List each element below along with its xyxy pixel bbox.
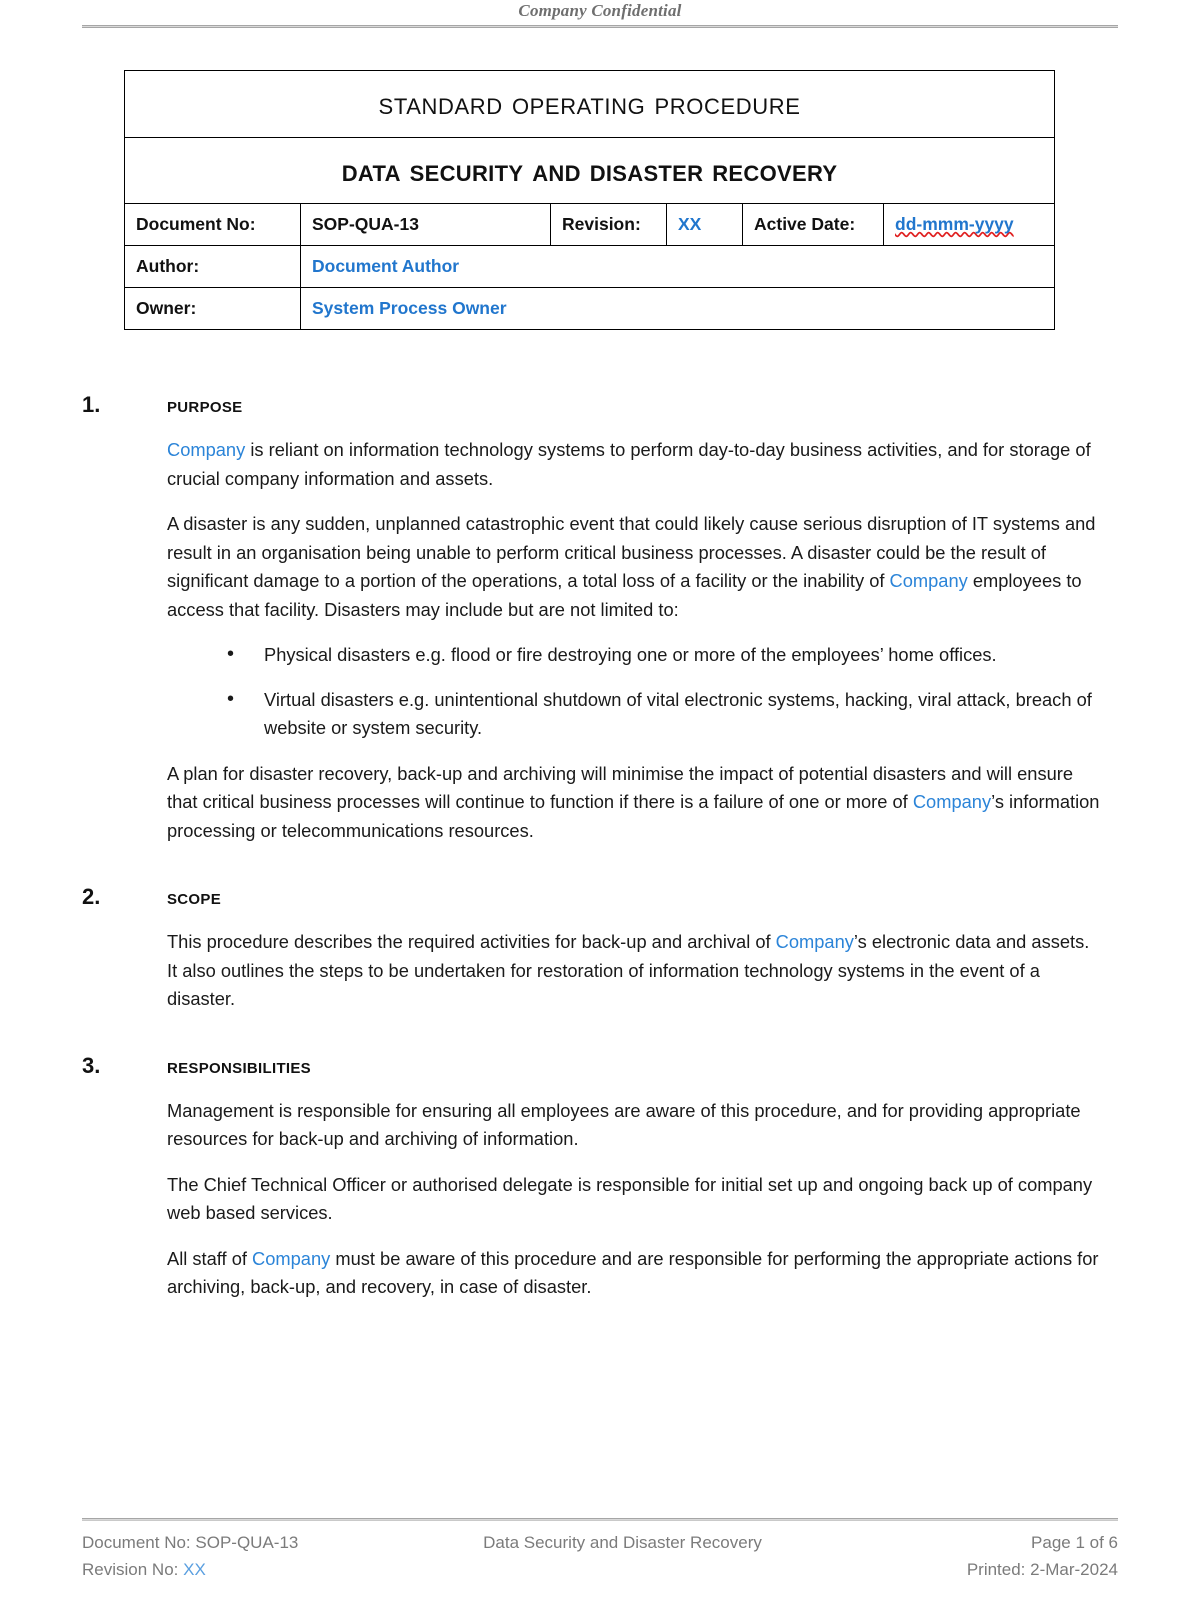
section-body: This procedure describes the required ac… [167, 928, 1102, 1014]
section-heading: 1. Purpose [82, 392, 1102, 418]
footer-printed-date: Printed: 2-Mar-2024 [966, 1560, 1118, 1579]
company-placeholder: Company [912, 791, 992, 812]
section-heading: 2. Scope [82, 884, 1102, 910]
paragraph: This procedure describes the required ac… [167, 928, 1102, 1014]
document-no-label: Document No: [124, 203, 301, 246]
paragraph: The Chief Technical Officer or authorise… [167, 1171, 1102, 1228]
owner-value[interactable]: System Process Owner [299, 287, 1056, 330]
header-divider [82, 25, 1118, 28]
table-row-document-title: Data Security and Disaster Recovery [123, 137, 1056, 204]
document-body: 1. Purpose Company is reliant on informati… [82, 392, 1102, 1319]
document-no-value: SOP-QUA-13 [300, 203, 551, 246]
footer-right: Page 1 of 6 Printed: 2-Mar-2024 [818, 1529, 1118, 1583]
footer-center: Data Security and Disaster Recovery [427, 1529, 818, 1583]
list-item: Physical disasters e.g. flood or fire de… [167, 640, 1102, 670]
footer-document-no: Document No: SOP-QUA-13 [82, 1533, 299, 1552]
revision-value[interactable]: XX [666, 203, 743, 246]
paragraph-text: Management is responsible for ensuring a… [167, 1099, 1081, 1150]
paragraph-text: is reliant on information technology sys… [167, 439, 1091, 489]
footer-divider [82, 1518, 1118, 1521]
company-placeholder: Company [252, 1247, 331, 1269]
author-value[interactable]: Document Author [299, 245, 1056, 288]
paragraph-text: The Chief Technical Officer or authorise… [167, 1173, 1093, 1224]
section-body: Management is responsible for ensuring a… [167, 1097, 1102, 1302]
active-date-value[interactable]: dd-mmm-yyyy [882, 203, 1056, 246]
table-row: Document No: SOP-QUA-13 Revision: XX Act… [124, 203, 1056, 246]
active-date-text: dd-mmm-yyyy [895, 214, 1014, 234]
company-placeholder: Company [889, 570, 968, 591]
section-title: Purpose [167, 392, 243, 417]
company-placeholder: Company [167, 439, 246, 460]
sop-label: Standard Operating Procedure [378, 86, 801, 121]
footer-left: Document No: SOP-QUA-13 Revision No: XX [82, 1529, 427, 1583]
section-title: Responsibilities [167, 1052, 311, 1078]
paragraph: Management is responsible for ensuring a… [167, 1097, 1102, 1154]
owner-label: Owner: [124, 287, 301, 330]
footer-revision-no: Revision No: XX [82, 1556, 427, 1583]
section-number: 3. [82, 1052, 101, 1078]
confidential-label: Company Confidential [518, 1, 682, 20]
section: 1. Purpose Company is reliant on informati… [82, 392, 1102, 845]
section: 3. Responsibilities Management is responsi… [82, 1053, 1102, 1302]
page-header: Company Confidential [82, 0, 1118, 28]
paragraph-text: This procedure describes the required ac… [167, 931, 776, 952]
document-title: Data Security and Disaster Recovery [341, 152, 838, 188]
revision-label: Revision: [550, 203, 667, 246]
section-title: Scope [167, 884, 222, 909]
author-label: Author: [124, 245, 301, 288]
section-body: Company is reliant on information techno… [167, 436, 1102, 845]
footer-revision-value: XX [183, 1560, 206, 1579]
section: 2. Scope This procedure describes the requ… [82, 884, 1102, 1014]
table-row-sop-label: Standard Operating Procedure [123, 70, 1056, 138]
footer-page-number: Page 1 of 6 [1031, 1533, 1118, 1552]
paragraph: A disaster is any sudden, unplanned cata… [167, 510, 1102, 624]
table-row: Author: Document Author [124, 245, 1056, 288]
table-row: Owner: System Process Owner [124, 287, 1056, 330]
paragraph: A plan for disaster recovery, back-up an… [167, 760, 1102, 846]
footer-revision-label: Revision No: [82, 1560, 184, 1579]
list-item: Virtual disasters e.g. unintentional shu… [167, 685, 1102, 743]
paragraph-text: All staff of [167, 1247, 253, 1269]
active-date-label: Active Date: [742, 203, 884, 246]
document-title-table: Standard Operating Procedure Data Securi… [123, 70, 1056, 330]
footer-title: Data Security and Disaster Recovery [483, 1533, 762, 1552]
section-number: 1. [82, 392, 101, 417]
company-placeholder: Company [775, 931, 854, 952]
bullet-list: Physical disasters e.g. flood or fire de… [167, 640, 1102, 743]
paragraph: Company is reliant on information techno… [167, 436, 1102, 493]
paragraph: All staff of Company must be aware of th… [167, 1245, 1102, 1302]
page-footer: Document No: SOP-QUA-13 Revision No: XX … [82, 1518, 1118, 1583]
section-heading: 3. Responsibilities [82, 1053, 1102, 1079]
section-number: 2. [82, 884, 101, 909]
